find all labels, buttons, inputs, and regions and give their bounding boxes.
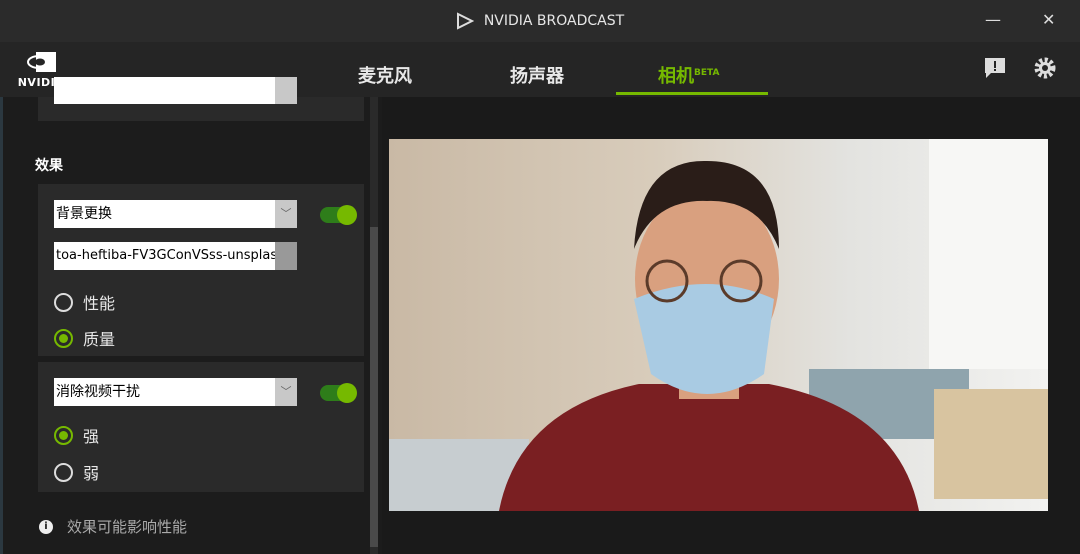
active-tab-indicator bbox=[616, 92, 768, 95]
radio-label: 性能 bbox=[83, 294, 116, 313]
beta-badge: BETA bbox=[694, 68, 720, 78]
section-title: 效果 bbox=[35, 158, 63, 174]
settings-gear-icon[interactable] bbox=[1033, 56, 1057, 80]
file-name: toa-heftiba-FV3GConVSss-unsplas bbox=[56, 248, 278, 263]
radio-weak[interactable]: 弱 bbox=[54, 460, 99, 484]
camera-preview-image bbox=[389, 139, 1048, 511]
effect-select[interactable]: 消除视频干扰 ﹀ bbox=[54, 378, 297, 406]
minimize-button[interactable]: — bbox=[985, 10, 1001, 29]
camera-preview bbox=[389, 139, 1048, 511]
tab-label: 相机 bbox=[658, 66, 694, 87]
radio-circle bbox=[54, 462, 73, 482]
tab-label: 扬声器 bbox=[510, 66, 564, 87]
chevron-down-icon bbox=[275, 77, 297, 104]
radio-circle bbox=[54, 292, 73, 312]
radio-quality[interactable]: 质量 bbox=[54, 326, 115, 350]
radio-label: 强 bbox=[83, 427, 100, 446]
close-button[interactable]: ✕ bbox=[1042, 10, 1055, 29]
radio-circle bbox=[54, 328, 73, 348]
radio-label: 弱 bbox=[83, 464, 100, 483]
chevron-down-icon: ﹀ bbox=[275, 378, 297, 406]
sidebar-scrollbar[interactable] bbox=[370, 97, 378, 554]
effect-toggle[interactable] bbox=[320, 383, 357, 403]
title-bar: NVIDIA BROADCAST — ✕ bbox=[0, 0, 1080, 42]
effect-card-artifact: 消除视频干扰 ﹀ 强 弱 bbox=[38, 362, 364, 492]
tab-label: 麦克风 bbox=[358, 66, 412, 87]
effect-card-background: 背景更换 ﹀ toa-heftiba-FV3GConVSss-unsplas 性能… bbox=[38, 184, 364, 356]
source-card bbox=[38, 77, 364, 121]
browse-button[interactable] bbox=[275, 242, 297, 270]
notice-text: 效果可能影响性能 bbox=[67, 518, 188, 536]
radio-circle bbox=[54, 425, 73, 445]
info-icon: i bbox=[39, 519, 53, 534]
radio-performance[interactable]: 性能 bbox=[54, 290, 115, 314]
tab-camera[interactable]: 相机BETA bbox=[658, 62, 719, 88]
chevron-down-icon: ﹀ bbox=[275, 200, 297, 228]
performance-notice: i 效果可能影响性能 bbox=[39, 516, 187, 537]
effect-toggle[interactable] bbox=[320, 205, 357, 225]
radio-label: 质量 bbox=[83, 330, 116, 349]
source-select[interactable] bbox=[54, 77, 297, 104]
tab-speaker[interactable]: 扬声器 bbox=[510, 62, 564, 88]
tab-microphone[interactable]: 麦克风 bbox=[358, 62, 412, 88]
broadcast-logo-icon bbox=[456, 12, 474, 30]
feedback-icon[interactable] bbox=[983, 56, 1007, 80]
select-value: 背景更换 bbox=[56, 206, 112, 222]
sidebar: 效果 背景更换 ﹀ toa-heftiba-FV3GConVSss-unsplas… bbox=[0, 77, 382, 554]
background-file-input[interactable]: toa-heftiba-FV3GConVSss-unsplas bbox=[54, 242, 297, 270]
nvidia-eye-icon bbox=[27, 52, 56, 72]
effect-select[interactable]: 背景更换 ﹀ bbox=[54, 200, 297, 228]
scrollbar-thumb[interactable] bbox=[370, 227, 378, 547]
select-value: 消除视频干扰 bbox=[56, 384, 140, 400]
radio-strong[interactable]: 强 bbox=[54, 423, 99, 447]
window-title: NVIDIA BROADCAST bbox=[483, 13, 625, 29]
